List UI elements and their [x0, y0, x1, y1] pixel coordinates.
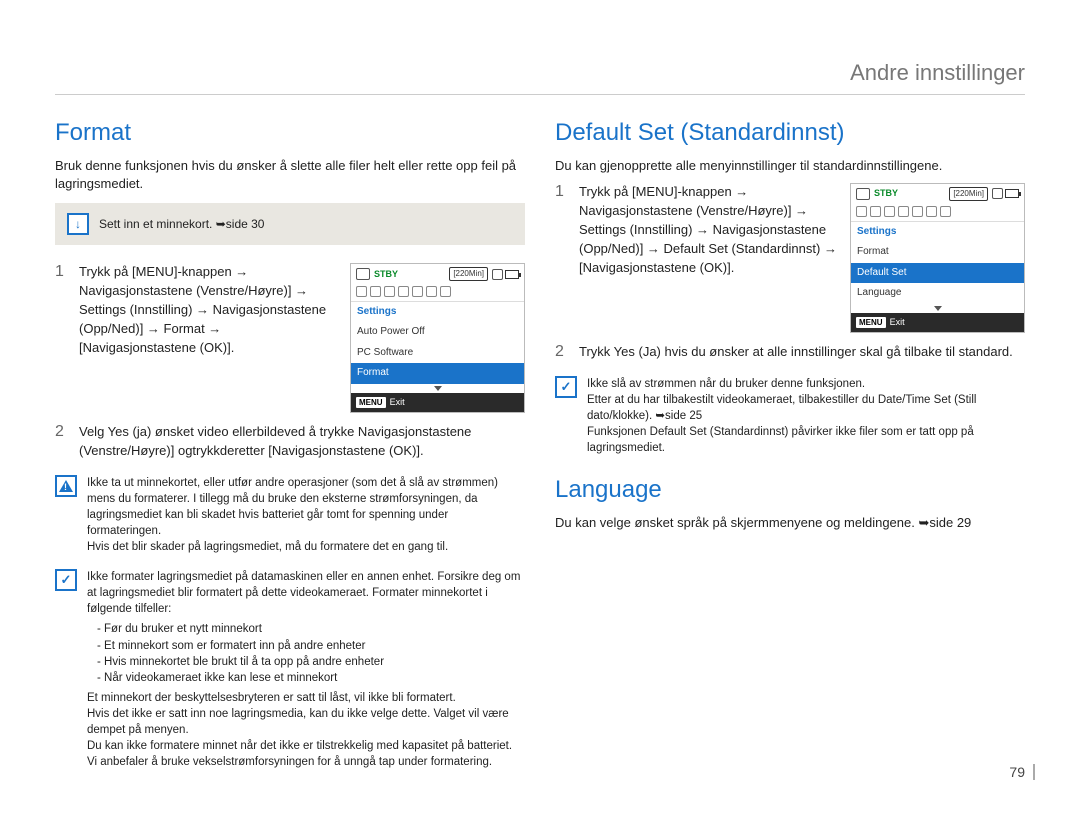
- mini-icon: [940, 206, 951, 217]
- list-item: - Når videokameraet ikke kan lese et min…: [97, 670, 525, 686]
- format-step-1: 1 Trykk på [MENU]-knappen → Navigasjonst…: [55, 263, 525, 413]
- step-number: 1: [55, 263, 69, 281]
- format-info-body: Ikke formater lagringsmediet på datamask…: [87, 569, 525, 770]
- callout-text: Sett inn et minnekort. ➥side 30: [99, 217, 264, 231]
- lcd-menu-item: Format: [851, 242, 1024, 263]
- lcd-footer: MENU Exit: [351, 393, 524, 412]
- lcd-menu-item-selected: Default Set: [851, 263, 1024, 284]
- page-header: Andre innstillinger: [55, 60, 1025, 95]
- lcd-menu-item: PC Software: [351, 343, 524, 364]
- lcd-footer: MENU Exit: [851, 313, 1024, 332]
- right-column: Default Set (Standardinnst) Du kan gjeno…: [555, 119, 1025, 770]
- lcd-mock-defaultset: STBY [220Min] Settings Format: [850, 183, 1025, 333]
- content-columns: Format Bruk denne funksjonen hvis du øns…: [55, 119, 1025, 770]
- camera-icon: [856, 188, 870, 200]
- battery-icon: [992, 188, 1019, 199]
- page-header-title: Andre innstillinger: [850, 60, 1025, 85]
- lcd-mock-format: STBY [220Min] Settings Auto Pow: [350, 263, 525, 413]
- format-info-tail: Et minnekort der beskyttelsesbryteren er…: [87, 690, 525, 770]
- list-item: - Hvis minnekortet ble brukt til å ta op…: [97, 654, 525, 670]
- mini-icon: [884, 206, 895, 217]
- menu-tag: MENU: [356, 397, 386, 409]
- mini-icon: [856, 206, 867, 217]
- defaultset-intro: Du kan gjenopprette alle menyinnstilling…: [555, 157, 1025, 175]
- defaultset-heading: Default Set (Standardinnst): [555, 119, 1025, 147]
- lcd-exit: Exit: [390, 396, 405, 409]
- format-info-list: - Før du bruker et nytt minnekort - Et m…: [87, 621, 525, 685]
- lcd-time: [220Min]: [449, 267, 488, 281]
- format-step1-text: Trykk på [MENU]-knappen → Navigasjonstas…: [79, 263, 340, 357]
- step-number: 2: [555, 343, 569, 361]
- mini-icon: [440, 286, 451, 297]
- language-heading: Language: [555, 476, 1025, 504]
- format-info-note: ✓ Ikke formater lagringsmediet på datama…: [55, 569, 525, 770]
- mini-icon: [412, 286, 423, 297]
- camera-icon: [356, 268, 370, 280]
- menu-tag: MENU: [856, 317, 886, 329]
- format-heading: Format: [55, 119, 525, 147]
- format-warning-note: Ikke ta ut minnekortet, eller utfør andr…: [55, 475, 525, 555]
- lcd-status: STBY: [374, 268, 398, 281]
- lcd-status: STBY: [874, 187, 898, 200]
- lcd-exit: Exit: [890, 316, 905, 329]
- mini-icon: [898, 206, 909, 217]
- page-number: 79: [1009, 764, 1035, 780]
- mini-icon: [356, 286, 367, 297]
- chevron-down-icon: [434, 386, 442, 391]
- left-column: Format Bruk denne funksjonen hvis du øns…: [55, 119, 525, 770]
- mini-icon: [870, 206, 881, 217]
- format-info-lead: Ikke formater lagringsmediet på datamask…: [87, 569, 525, 617]
- lcd-iconrow: [351, 284, 524, 302]
- battery-icon: [492, 269, 519, 280]
- format-intro: Bruk denne funksjonen hvis du ønsker å s…: [55, 157, 525, 193]
- mini-icon: [912, 206, 923, 217]
- info-icon: ↓: [67, 213, 89, 235]
- chevron-down-icon: [934, 306, 942, 311]
- lcd-menu-item-selected: Format: [351, 363, 524, 384]
- step-number: 1: [555, 183, 569, 201]
- defaultset-step1-text: Trykk på [MENU]-knappen → Navigasjonstas…: [579, 183, 840, 277]
- defaultset-step-1: 1 Trykk på [MENU]-knappen → Navigasjonst…: [555, 183, 1025, 333]
- defaultset-step2-text: Trykk Yes (Ja) hvis du ønsker at alle in…: [579, 343, 1025, 362]
- mini-icon: [426, 286, 437, 297]
- defaultset-note-text: Ikke slå av strømmen når du bruker denne…: [587, 376, 1025, 456]
- format-warning-text: Ikke ta ut minnekortet, eller utfør andr…: [87, 475, 525, 555]
- note-icon: ✓: [555, 376, 577, 398]
- list-item: - Et minnekort som er formatert inn på a…: [97, 638, 525, 654]
- lcd-settings-label: Settings: [351, 302, 524, 323]
- step-number: 2: [55, 423, 69, 441]
- insert-card-callout: ↓ Sett inn et minnekort. ➥side 30: [55, 203, 525, 245]
- defaultset-step-2: 2 Trykk Yes (Ja) hvis du ønsker at alle …: [555, 343, 1025, 362]
- lcd-time: [220Min]: [949, 187, 988, 201]
- mini-icon: [370, 286, 381, 297]
- mini-icon: [398, 286, 409, 297]
- lcd-iconrow: [851, 204, 1024, 222]
- lcd-menu-item: Auto Power Off: [351, 322, 524, 343]
- lcd-menu-item: Language: [851, 283, 1024, 304]
- warning-icon: [55, 475, 77, 497]
- lcd-settings-label: Settings: [851, 222, 1024, 243]
- language-body: Du kan velge ønsket språk på skjermmenye…: [555, 514, 1025, 532]
- note-icon: ✓: [55, 569, 77, 591]
- list-item: - Før du bruker et nytt minnekort: [97, 621, 525, 637]
- mini-icon: [926, 206, 937, 217]
- format-step2-text: Velg Yes (ja) ønsket video ellerbildeved…: [79, 423, 525, 461]
- defaultset-note: ✓ Ikke slå av strømmen når du bruker den…: [555, 376, 1025, 456]
- mini-icon: [384, 286, 395, 297]
- format-step-2: 2 Velg Yes (ja) ønsket video ellerbildev…: [55, 423, 525, 461]
